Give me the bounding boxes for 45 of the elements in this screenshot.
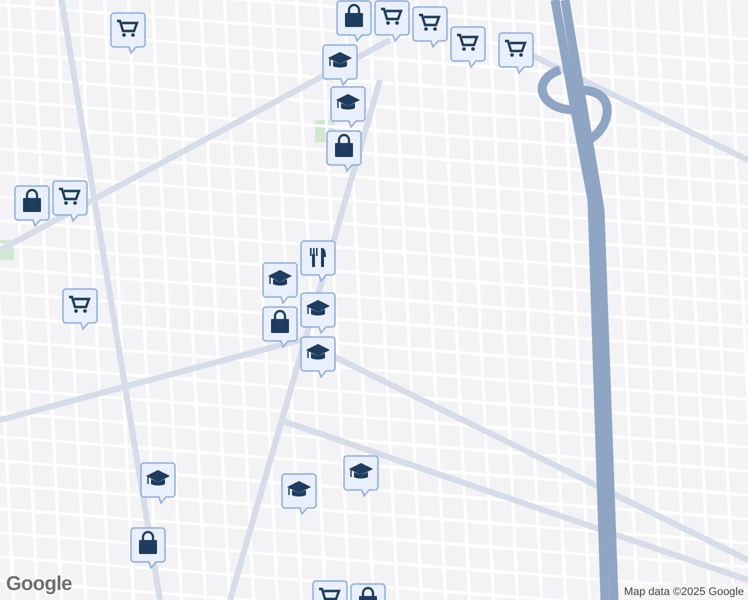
map-pin[interactable] xyxy=(262,306,298,348)
map-pin[interactable] xyxy=(110,12,146,54)
shopping-cart-icon xyxy=(117,20,139,37)
shopping-bag-icon xyxy=(359,586,377,600)
map-pin[interactable] xyxy=(262,262,298,304)
map-pin[interactable] xyxy=(300,336,336,378)
shopping-cart-icon xyxy=(505,40,527,57)
map-pin[interactable] xyxy=(412,6,448,48)
map-pin[interactable] xyxy=(62,288,98,330)
shopping-cart-icon xyxy=(319,588,341,600)
fork-knife-icon xyxy=(310,248,326,267)
map-pin[interactable] xyxy=(300,240,336,282)
map-pin[interactable] xyxy=(140,462,176,504)
graduation-cap-icon xyxy=(306,344,330,360)
map-pin[interactable] xyxy=(336,0,372,42)
shopping-cart-icon xyxy=(457,34,479,51)
map-pin[interactable] xyxy=(52,180,88,222)
graduation-cap-icon xyxy=(146,470,170,486)
graduation-cap-icon xyxy=(287,481,311,496)
map-pin[interactable] xyxy=(374,0,410,42)
shopping-bag-icon xyxy=(271,310,289,333)
map-pin[interactable] xyxy=(330,86,366,128)
map-pin[interactable] xyxy=(14,185,50,227)
graduation-cap-icon xyxy=(268,270,292,286)
map-pin[interactable] xyxy=(450,26,486,68)
graduation-cap-icon xyxy=(349,463,373,478)
shopping-cart-icon xyxy=(419,14,441,31)
shopping-bag-icon xyxy=(139,530,157,554)
map-pin[interactable] xyxy=(343,455,379,497)
shopping-bag-icon xyxy=(23,188,41,212)
google-logo: Google xyxy=(6,573,72,596)
map-pin[interactable] xyxy=(326,130,362,172)
map-pin[interactable] xyxy=(322,44,358,86)
map-pin[interactable] xyxy=(498,32,534,74)
graduation-cap-icon xyxy=(336,94,360,110)
shopping-cart-icon xyxy=(381,8,403,25)
shopping-bag-icon xyxy=(345,4,363,27)
graduation-cap-icon xyxy=(328,52,352,68)
map-pin[interactable] xyxy=(130,527,166,569)
graduation-cap-icon xyxy=(306,300,330,316)
map-pin[interactable] xyxy=(300,292,336,334)
shopping-cart-icon xyxy=(69,296,91,313)
shopping-bag-icon xyxy=(335,134,353,157)
map-pin[interactable] xyxy=(281,473,317,515)
shopping-cart-icon xyxy=(59,188,81,205)
